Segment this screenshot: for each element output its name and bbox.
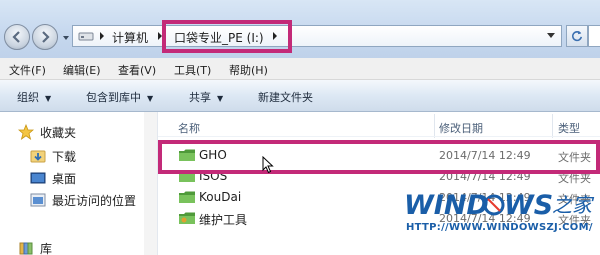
menu-bar: 文件(F) 编辑(E) 查看(V) 工具(T) 帮助(H) (0, 58, 600, 80)
recent-places-icon (30, 193, 46, 207)
mouse-cursor-icon (262, 156, 274, 174)
refresh-icon (572, 30, 583, 42)
file-name: 维护工具 (199, 213, 248, 227)
column-header-modified[interactable]: 修改日期 (439, 120, 483, 136)
nav-label: 最近访问的位置 (52, 193, 137, 208)
include-in-library-button[interactable]: 包含到库中 ▼ (86, 89, 153, 105)
svg-text:WS: WS (504, 190, 553, 221)
share-label: 共享 (189, 91, 211, 104)
address-bar-region: 计算机 口袋专业_PE (I:) (0, 0, 600, 58)
menu-file[interactable]: 文件(F) (9, 62, 46, 78)
chevron-down-icon: ▼ (147, 94, 154, 103)
organize-label: 组织 (17, 91, 39, 104)
chevron-down-icon (547, 33, 555, 38)
share-button[interactable]: 共享 ▼ (189, 89, 223, 105)
nav-scrollbar[interactable] (144, 112, 157, 255)
desktop-icon (30, 172, 46, 184)
library-icon (19, 242, 33, 255)
menu-view[interactable]: 查看(V) (118, 62, 156, 78)
menu-help[interactable]: 帮助(H) (229, 62, 268, 78)
watermark-logo: WIND WS 之家 (404, 190, 595, 221)
watermark-url: HTTP://WWW.WINDOWSZJ.COM/ (406, 222, 593, 233)
star-icon (18, 124, 34, 140)
nav-label: 收藏夹 (40, 125, 77, 140)
svg-text:之家: 之家 (552, 193, 595, 217)
arrow-left-icon (12, 31, 20, 43)
nav-item-desktop[interactable]: 桌面 (0, 168, 158, 188)
column-header-type[interactable]: 类型 (558, 120, 580, 136)
row-highlight-box (158, 140, 600, 174)
file-name: KouDai (199, 190, 242, 204)
nav-label: 下载 (52, 149, 77, 164)
chevron-down-icon: ▼ (45, 94, 52, 103)
search-input[interactable] (588, 25, 600, 47)
menu-edit[interactable]: 编辑(E) (63, 62, 101, 78)
nav-item-favorites[interactable]: 收藏夹 (0, 122, 158, 142)
svg-text:WIND: WIND (404, 190, 489, 221)
menu-tools[interactable]: 工具(T) (174, 62, 211, 78)
new-folder-button[interactable]: 新建文件夹 (258, 89, 313, 105)
header-divider (158, 136, 600, 137)
nav-label: 桌面 (52, 171, 77, 186)
navigation-pane: 收藏夹 下载 桌面 最近访问的位置 库 (0, 112, 158, 255)
column-divider[interactable] (552, 114, 553, 138)
downloads-folder-icon (30, 150, 46, 163)
tools-folder-icon (179, 212, 195, 224)
watermark: WIND WS 之家 HTTP://WWW.WINDOWSZJ.COM/ (402, 184, 600, 242)
folder-icon (179, 191, 195, 203)
back-button[interactable] (4, 24, 30, 50)
nav-item-downloads[interactable]: 下载 (0, 146, 158, 166)
organize-button[interactable]: 组织 ▼ (17, 89, 51, 105)
arrow-right-icon (42, 31, 50, 43)
nav-item-recent-places[interactable]: 最近访问的位置 (0, 190, 158, 210)
include-in-library-label: 包含到库中 (86, 91, 141, 104)
breadcrumb-highlight-box (162, 20, 292, 53)
command-bar: 组织 ▼ 包含到库中 ▼ 共享 ▼ 新建文件夹 (0, 80, 600, 112)
nav-label: 库 (40, 241, 53, 255)
forward-button[interactable] (32, 24, 58, 50)
recent-pages-dropdown-icon[interactable] (62, 34, 70, 42)
column-divider[interactable] (434, 114, 435, 138)
column-header-name[interactable]: 名称 (178, 120, 200, 136)
address-history-dropdown[interactable] (543, 29, 559, 43)
breadcrumb-separator-icon[interactable] (97, 30, 107, 42)
refresh-button[interactable] (566, 25, 588, 47)
chevron-down-icon: ▼ (217, 94, 224, 103)
breadcrumb-computer[interactable]: 计算机 (112, 29, 148, 46)
drive-icon (78, 32, 94, 41)
nav-item-libraries[interactable]: 库 (0, 238, 158, 255)
